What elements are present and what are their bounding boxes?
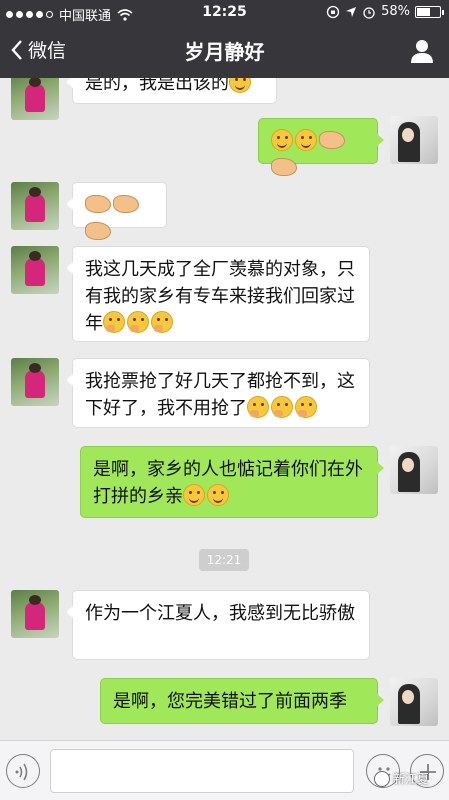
thinking-emoji-icon	[295, 396, 317, 418]
watermark: 新江夏	[374, 770, 429, 787]
handshake-emoji-icon	[85, 222, 111, 240]
friend-avatar[interactable]	[11, 182, 59, 230]
friend-avatar[interactable]	[11, 590, 59, 638]
battery-percent: 58%	[381, 4, 410, 19]
message-bubble[interactable]: 是啊，您完美错过了前面两季	[100, 678, 384, 724]
voice-button[interactable]	[6, 754, 40, 788]
message-bubble[interactable]: 我抢票抢了好几天了都抢不到，这下好了，我不用抢了	[66, 358, 370, 428]
friend-avatar[interactable]	[11, 246, 59, 294]
smile-emoji-icon	[271, 129, 293, 151]
smile-emoji-icon	[295, 129, 317, 151]
message-input[interactable]	[50, 749, 354, 793]
thinking-emoji-icon	[271, 396, 293, 418]
chat-area[interactable]: 是的，我是出该的 我这几天成了全厂羡慕的对象，只有我的家乡有专车来接我们回家过年…	[0, 78, 449, 740]
top-bar: 中国联通 12:25 58% 微信 岁月静好	[0, 0, 449, 78]
thinking-emoji-icon	[103, 311, 125, 333]
status-bar: 中国联通 12:25 58%	[0, 0, 449, 26]
handshake-emoji-icon	[271, 158, 297, 176]
message-text: 是啊，您完美错过了前面两季	[113, 691, 347, 712]
my-avatar[interactable]	[390, 678, 438, 726]
my-avatar[interactable]	[390, 446, 438, 494]
watermark-logo-icon	[374, 770, 390, 787]
smile-emoji-icon	[207, 484, 229, 506]
message-bubble[interactable]	[66, 182, 167, 240]
smile-emoji-icon	[183, 484, 205, 506]
handshake-emoji-icon	[85, 195, 111, 213]
message-bubble[interactable]: 是的，我是出该的	[66, 78, 277, 104]
message-text: 是啊，家乡的人也惦记着你们在外打拼的乡亲	[93, 459, 363, 507]
friend-avatar[interactable]	[11, 78, 59, 120]
person-icon[interactable]	[409, 38, 435, 64]
alarm-icon	[363, 6, 375, 19]
message-bubble[interactable]: 我这几天成了全厂羡慕的对象，只有我的家乡有专车来接我们回家过年	[66, 246, 370, 342]
thinking-emoji-icon	[127, 311, 149, 333]
chat-title: 岁月静好	[184, 40, 265, 64]
handshake-emoji-icon	[113, 195, 139, 213]
message-bubble[interactable]	[258, 118, 384, 176]
friend-avatar[interactable]	[11, 358, 59, 406]
my-avatar[interactable]	[390, 116, 438, 164]
nav-bar: 微信 岁月静好	[0, 26, 449, 78]
message-text: 我这几天成了全厂羡慕的对象，只有我的家乡有专车来接我们回家过年	[85, 259, 355, 334]
handshake-emoji-icon	[319, 131, 345, 149]
rotation-lock-icon	[326, 5, 340, 18]
timestamp-chip: 12:21	[199, 549, 249, 571]
message-text: 作为一个江夏人，我感到无比骄傲	[85, 603, 355, 624]
watermark-text: 新江夏	[393, 772, 430, 786]
voice-wave-icon	[15, 763, 28, 781]
message-text: 是的，我是出该的	[85, 78, 229, 94]
message-bubble[interactable]: 作为一个江夏人，我感到无比骄傲	[66, 590, 370, 660]
smile-emoji-icon	[229, 78, 251, 93]
thinking-emoji-icon	[151, 311, 173, 333]
thinking-emoji-icon	[247, 396, 269, 418]
battery-icon	[415, 5, 444, 18]
message-bubble[interactable]: 是啊，家乡的人也惦记着你们在外打拼的乡亲	[80, 446, 384, 518]
location-icon	[346, 6, 357, 17]
